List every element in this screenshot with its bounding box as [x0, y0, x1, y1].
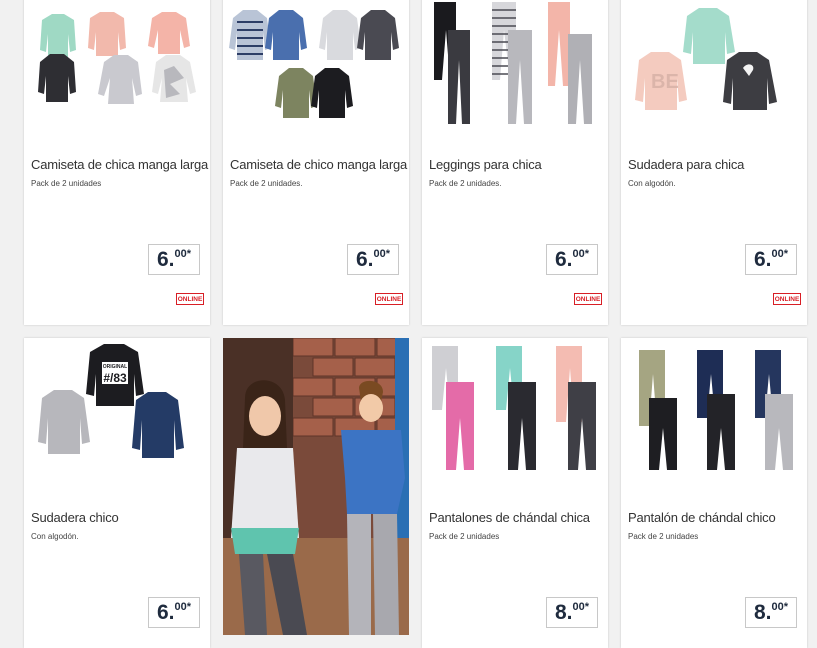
price-cents: 00* [572, 248, 590, 260]
product-subtitle: Pack de 2 unidades [628, 532, 699, 541]
product-image[interactable]: ORIGINAL #/83 [24, 338, 210, 473]
product-title[interactable]: Sudadera chico [31, 510, 119, 525]
price-box: 6.00* [546, 244, 598, 275]
product-subtitle: Pack de 2 unidades. [230, 179, 303, 188]
online-badge: ONLINE [375, 293, 403, 305]
product-image[interactable] [24, 0, 210, 125]
product-image[interactable] [223, 0, 409, 125]
product-card[interactable]: Camiseta de chico manga larga Pack de 2 … [223, 0, 409, 325]
price-box: 8.00* [546, 597, 598, 628]
product-title[interactable]: Camiseta de chico manga larga [230, 157, 407, 172]
product-image[interactable] [621, 338, 807, 473]
price-cents: 00* [771, 601, 789, 613]
price-main: 6. [554, 248, 573, 271]
promo-photo[interactable] [223, 338, 409, 635]
price-box: 6.00* [347, 244, 399, 275]
price-box: 8.00* [745, 597, 797, 628]
price-main: 8. [753, 601, 772, 624]
product-title[interactable]: Sudadera para chica [628, 157, 744, 172]
product-card[interactable]: BE Sudadera para chica Con algodón. 6.00… [621, 0, 807, 325]
print-line1: ORIGINAL [103, 364, 127, 370]
product-subtitle: Pack de 2 unidades [429, 532, 500, 541]
price-main: 6. [156, 601, 175, 624]
product-title[interactable]: Pantalón de chándal chico [628, 510, 776, 525]
price-box: 6.00* [148, 244, 200, 275]
price-main: 6. [156, 248, 175, 271]
svg-text:BE: BE [651, 71, 679, 93]
price-cents: 00* [572, 601, 590, 613]
online-badge: ONLINE [773, 293, 801, 305]
online-badge: ONLINE [574, 293, 602, 305]
product-card[interactable]: Leggings para chica Pack de 2 unidades. … [422, 0, 608, 325]
product-image[interactable] [422, 338, 608, 473]
price-cents: 00* [174, 248, 192, 260]
product-subtitle: Pack de 2 unidades [31, 179, 102, 188]
print-line2: #/83 [103, 371, 127, 385]
product-image[interactable] [422, 0, 608, 125]
price-main: 6. [753, 248, 772, 271]
price-main: 6. [355, 248, 374, 271]
product-image[interactable]: BE [621, 0, 807, 125]
product-card[interactable]: ORIGINAL #/83 Sudadera chico Con algodón… [24, 338, 210, 648]
price-cents: 00* [373, 248, 391, 260]
price-cents: 00* [771, 248, 789, 260]
product-title[interactable]: Pantalones de chándal chica [429, 510, 590, 525]
product-title[interactable]: Camiseta de chica manga larga [31, 157, 208, 172]
price-main: 8. [554, 601, 573, 624]
price-cents: 00* [174, 601, 192, 613]
price-box: 6.00* [148, 597, 200, 628]
product-subtitle: Pack de 2 unidades. [429, 179, 502, 188]
product-subtitle: Con algodón. [628, 179, 676, 188]
product-card[interactable]: Pantalón de chándal chico Pack de 2 unid… [621, 338, 807, 648]
product-title[interactable]: Leggings para chica [429, 157, 542, 172]
product-subtitle: Con algodón. [31, 532, 79, 541]
price-box: 6.00* [745, 244, 797, 275]
online-badge: ONLINE [176, 293, 204, 305]
product-card[interactable]: Pantalones de chándal chica Pack de 2 un… [422, 338, 608, 648]
product-card[interactable]: Camiseta de chica manga larga Pack de 2 … [24, 0, 210, 325]
